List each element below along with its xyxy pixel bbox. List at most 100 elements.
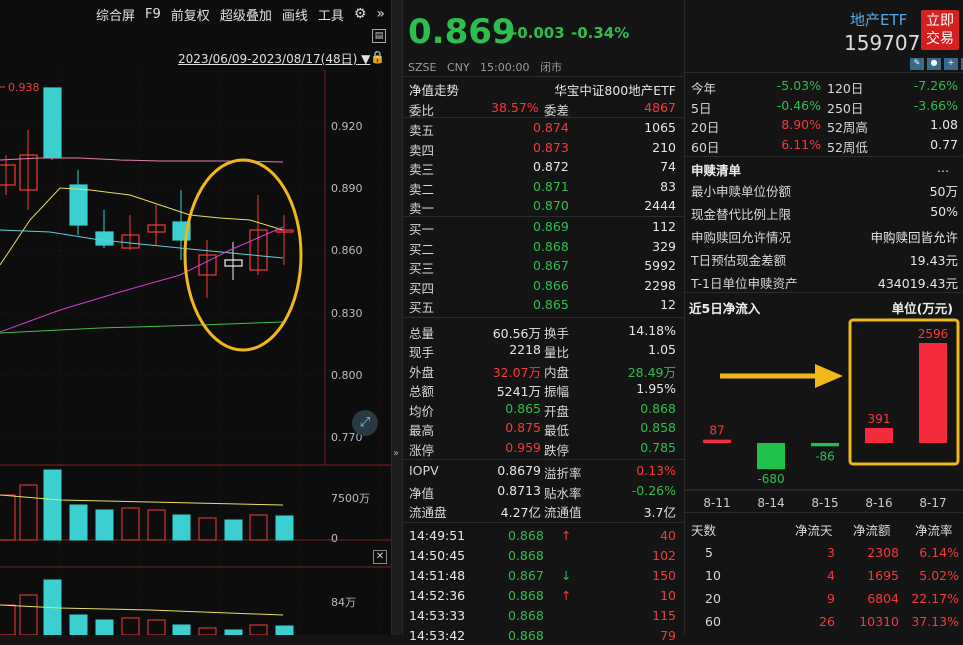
label: 今年 xyxy=(691,78,716,97)
tick-row: 14:49:510.868↑40 xyxy=(403,526,684,546)
price-change-pct: -0.34% xyxy=(571,24,629,42)
value: 1.05 xyxy=(648,342,676,357)
toolbar-item-5[interactable]: 工具 xyxy=(318,5,344,24)
time: 14:53:33 xyxy=(409,608,465,623)
subscription-row: 现金替代比例上限50% xyxy=(685,202,963,222)
price: 0.869 xyxy=(533,219,569,234)
kline-panel[interactable]: 综合屏 F9 前复权超级叠加画线工具 ⚙ » 2023/06/09-2023/08/17… xyxy=(0,0,391,635)
edit-icon[interactable]: ✎ xyxy=(910,58,924,70)
value: 1.95% xyxy=(636,381,676,396)
value: 0.875 xyxy=(505,420,541,435)
date-range[interactable]: 2023/06/09-2023/08/17(48日) ▼ xyxy=(178,50,370,67)
label: 最小申赎单位份额 xyxy=(691,181,791,200)
bid-row: 买四0.8662298 xyxy=(403,276,684,296)
volume2-tick: 84万 xyxy=(331,596,356,609)
high-label: 0.938 xyxy=(8,81,40,94)
layout-icon[interactable]: ▤ xyxy=(372,29,386,43)
label: 120日 xyxy=(827,78,863,97)
volume: 2444 xyxy=(644,198,676,213)
flow-value-label: -680 xyxy=(757,472,784,486)
price: 0.870 xyxy=(533,198,569,213)
value: 6.11% xyxy=(781,137,821,152)
close-icon[interactable]: ✕ xyxy=(373,550,387,564)
candle-body xyxy=(96,232,113,245)
volume-tick: 7500万 xyxy=(331,492,370,505)
label: T日预估现金差额 xyxy=(691,250,786,269)
splitter-handle[interactable]: » xyxy=(391,0,403,635)
value: 0.868 xyxy=(640,401,676,416)
time: 14:52:36 xyxy=(409,588,465,603)
toolbar-item-3[interactable]: 超级叠加 xyxy=(220,5,272,24)
flow-bar xyxy=(919,343,947,443)
price: 0.868 xyxy=(508,608,544,623)
value: 50万 xyxy=(930,181,958,200)
days: 10 xyxy=(705,568,721,583)
expand-icon[interactable]: » xyxy=(376,6,385,22)
volume: 74 xyxy=(660,159,676,174)
bell-icon[interactable]: ● xyxy=(927,58,941,70)
rate: 6.14% xyxy=(919,545,959,560)
toolbar-item-1[interactable]: F9 xyxy=(145,7,161,22)
label: 开盘 xyxy=(544,401,569,420)
volume: 210 xyxy=(652,140,676,155)
fund-code: 159707 xyxy=(844,31,920,55)
stat-row: 最高0.875最低0.858 xyxy=(403,418,684,438)
perf-row: 60日6.11%52周低0.77 xyxy=(685,135,963,155)
iopv-row: 净值0.8713贴水率-0.26% xyxy=(403,481,684,501)
value: -7.26% xyxy=(914,78,958,93)
ask-row: 卖二0.87183 xyxy=(403,177,684,197)
bid-row: 买五0.86512 xyxy=(403,295,684,315)
exchange-info: SZSE CNY 15:00:00 闭市 xyxy=(408,59,562,75)
label: 溢折率 xyxy=(544,463,582,482)
flow-bar xyxy=(865,428,893,443)
value: 0.858 xyxy=(640,420,676,435)
trade-now-button[interactable]: 立即交易 xyxy=(921,10,959,50)
value: 434019.43元 xyxy=(878,273,958,292)
tick-row: 14:50:450.868102 xyxy=(403,546,684,566)
volume: 329 xyxy=(652,239,676,254)
value: 4.27亿 xyxy=(501,502,541,521)
col: 天数 xyxy=(691,520,716,539)
panel-icons: ✎ ● + ▾ xyxy=(910,58,963,70)
add-icon[interactable]: + xyxy=(944,58,958,70)
volume: 5992 xyxy=(644,258,676,273)
last-price: 0.869 xyxy=(408,12,516,52)
volume2-bar xyxy=(96,620,113,635)
flow-category-label: 8-11 xyxy=(703,496,730,510)
gear-icon[interactable]: ⚙ xyxy=(354,6,367,22)
flow-table-row: 60261031037.13% xyxy=(685,612,963,632)
separator xyxy=(403,522,684,523)
volume: 112 xyxy=(652,219,676,234)
more-icon: ... xyxy=(937,160,949,175)
label: 卖三 xyxy=(409,159,434,178)
arrow: ↓ xyxy=(561,568,571,583)
title: 申赎清单 xyxy=(691,160,741,179)
subscription-row: T日预估现金差额 19.43元 xyxy=(685,248,963,268)
nav-tabs[interactable]: 净值走势华宝中证800地产ETF xyxy=(403,78,684,98)
value: 19.43元 xyxy=(910,250,958,269)
label: 卖四 xyxy=(409,140,434,159)
label: 换手 xyxy=(544,323,569,342)
label: 卖五 xyxy=(409,120,434,139)
label: T-1日单位申赎资产 xyxy=(691,273,797,292)
amount: 10310 xyxy=(859,614,899,629)
toolbar-item-4[interactable]: 画线 xyxy=(282,5,308,24)
days: 5 xyxy=(705,545,713,560)
price: 0.868 xyxy=(508,588,544,603)
lock-icon[interactable]: 🔒 xyxy=(370,50,385,64)
volume-bar xyxy=(276,516,293,540)
flow-value-label: 391 xyxy=(868,412,891,426)
value: 2218 xyxy=(509,342,541,357)
zoom-icon[interactable]: ⤢ xyxy=(352,410,378,436)
rate: 37.13% xyxy=(911,614,959,629)
toolbar-item-2[interactable]: 前复权 xyxy=(171,5,210,24)
label: 振幅 xyxy=(544,381,569,400)
volume-bar xyxy=(225,520,242,540)
value: 38.57% xyxy=(491,100,539,115)
toolbar-item-0[interactable]: 综合屏 xyxy=(96,5,135,24)
separator xyxy=(685,292,963,293)
bid-row: 买一0.869112 xyxy=(403,217,684,237)
value: 0.77 xyxy=(930,137,958,152)
subscription-row: 最小申赎单位份额 50万 xyxy=(685,179,963,199)
value: -3.66% xyxy=(914,98,958,113)
